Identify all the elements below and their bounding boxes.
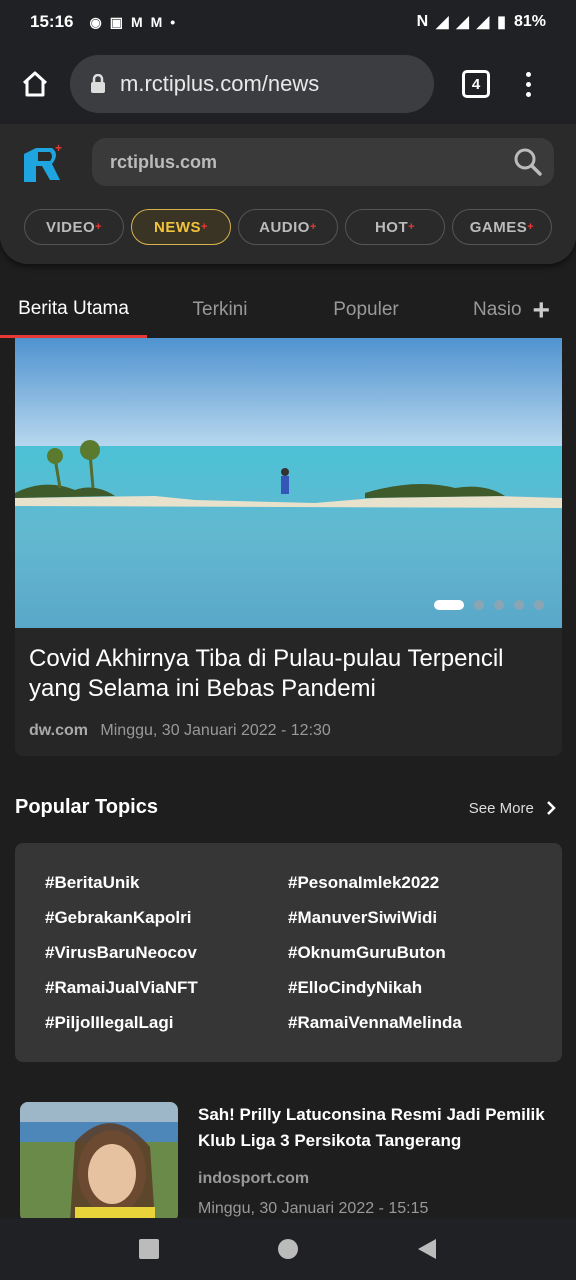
carousel-dot[interactable] <box>494 600 504 610</box>
topic-link[interactable]: #VirusBaruNeocov <box>45 943 288 965</box>
home-icon <box>22 71 48 97</box>
carousel-dot[interactable] <box>474 600 484 610</box>
system-nav-bar <box>0 1218 576 1280</box>
battery-percent: 81% <box>513 13 546 30</box>
signal-icon: ◢ <box>456 14 469 31</box>
hero-source: dw.com <box>29 722 88 739</box>
see-more-link[interactable]: See More <box>469 800 558 817</box>
hero-title[interactable]: Covid Akhirnya Tiba di Pulau-pulau Terpe… <box>29 644 554 704</box>
status-bar: 15:16 ◉ ▣ M M • N ◢ ◢ ◢ ▮ 81% <box>0 0 576 44</box>
url-bar[interactable]: m.rctiplus.com/news <box>70 55 434 113</box>
home-circle-icon[interactable] <box>276 1237 300 1261</box>
tab-terkini[interactable]: Terkini <box>147 282 293 338</box>
lock-icon <box>91 74 105 93</box>
pill-hot[interactable]: HOT + <box>345 209 445 245</box>
recents-icon[interactable] <box>137 1237 161 1261</box>
battery-icon: ▮ <box>497 14 506 31</box>
hero-meta: dw.com Minggu, 30 Januari 2022 - 12:30 <box>29 722 331 740</box>
tab-berita-utama[interactable]: Berita Utama <box>0 282 147 338</box>
hero-date: Minggu, 30 Januari 2022 - 12:30 <box>100 722 331 739</box>
url-text: m.rctiplus.com/news <box>120 71 320 96</box>
topic-link[interactable]: #BeritaUnik <box>45 873 288 895</box>
notification-icons: ◉ ▣ M M • <box>89 14 175 31</box>
tab-nasional[interactable]: Nasio <box>439 282 539 338</box>
article-date: Minggu, 30 Januari 2022 - 15:15 <box>198 1200 429 1217</box>
carousel-dot[interactable] <box>514 600 524 610</box>
site-header: + rctiplus.com VIDEO + NEWS + AUDIO + HOT + … <box>0 124 576 264</box>
whatsapp-icon: ◉ <box>89 13 102 30</box>
popular-topics-title: Popular Topics <box>15 796 158 818</box>
topic-link[interactable]: #OknumGuruButon <box>288 943 531 965</box>
carousel-dots[interactable] <box>434 600 544 610</box>
add-tab-button[interactable]: + <box>532 294 550 328</box>
article-title[interactable]: Sah! Prilly Latuconsina Resmi Jadi Pemil… <box>198 1102 560 1154</box>
topic-link[interactable]: #ManuverSiwiWidi <box>288 908 531 930</box>
pill-news[interactable]: NEWS + <box>131 209 231 245</box>
chevron-right-icon <box>547 801 556 815</box>
status-time: 15:16 <box>30 12 74 31</box>
nfc-icon: N <box>416 13 429 30</box>
search-icon[interactable] <box>512 146 544 178</box>
shopping-icon: ▣ <box>109 13 123 30</box>
topic-link[interactable]: #RamaiJualViaNFT <box>45 978 288 1000</box>
rctiplus-logo[interactable]: + <box>22 142 66 184</box>
article-thumbnail[interactable] <box>20 1102 178 1222</box>
gmail-icon: M <box>150 14 163 30</box>
search-placeholder: rctiplus.com <box>110 151 218 172</box>
news-tabs: Berita Utama Terkini Populer Nasio + <box>0 282 576 338</box>
topic-link[interactable]: #ElloCindyNikah <box>288 978 531 1000</box>
topic-link[interactable]: #PesonaImlek2022 <box>288 873 531 895</box>
gmail-icon: M <box>130 14 143 30</box>
topic-link[interactable]: #PiljolIlegalLagi <box>45 1013 288 1035</box>
article-source: indosport.com <box>198 1170 310 1187</box>
pill-games[interactable]: GAMES + <box>452 209 552 245</box>
category-pills: VIDEO + NEWS + AUDIO + HOT + GAMES + <box>24 209 552 245</box>
topic-link[interactable]: #RamaiVennaMelinda <box>288 1013 531 1035</box>
dot-icon: • <box>170 14 176 30</box>
signal-icon: ◢ <box>476 14 490 31</box>
back-icon[interactable] <box>415 1237 439 1261</box>
carousel-dot[interactable] <box>434 600 464 610</box>
hero-article-card[interactable]: Covid Akhirnya Tiba di Pulau-pulau Terpe… <box>15 338 562 756</box>
pill-audio[interactable]: AUDIO + <box>238 209 338 245</box>
tab-populer[interactable]: Populer <box>293 282 439 338</box>
svg-text:+: + <box>55 142 62 155</box>
popular-topics-grid: #BeritaUnik #PesonaImlek2022 #GebrakanKa… <box>15 843 562 1062</box>
home-button[interactable] <box>0 69 70 99</box>
pill-video[interactable]: VIDEO + <box>24 209 124 245</box>
tab-switcher-button[interactable]: 4 <box>462 70 490 98</box>
article-list-item[interactable]: Sah! Prilly Latuconsina Resmi Jadi Pemil… <box>20 1102 560 1222</box>
wifi-icon: ◢ <box>436 14 449 31</box>
hero-image[interactable] <box>15 338 562 628</box>
browser-menu-button[interactable] <box>526 71 531 97</box>
browser-toolbar: m.rctiplus.com/news 4 <box>0 44 576 124</box>
carousel-dot[interactable] <box>534 600 544 610</box>
site-search-input[interactable]: rctiplus.com <box>92 138 554 186</box>
topic-link[interactable]: #GebrakanKapolri <box>45 908 288 930</box>
